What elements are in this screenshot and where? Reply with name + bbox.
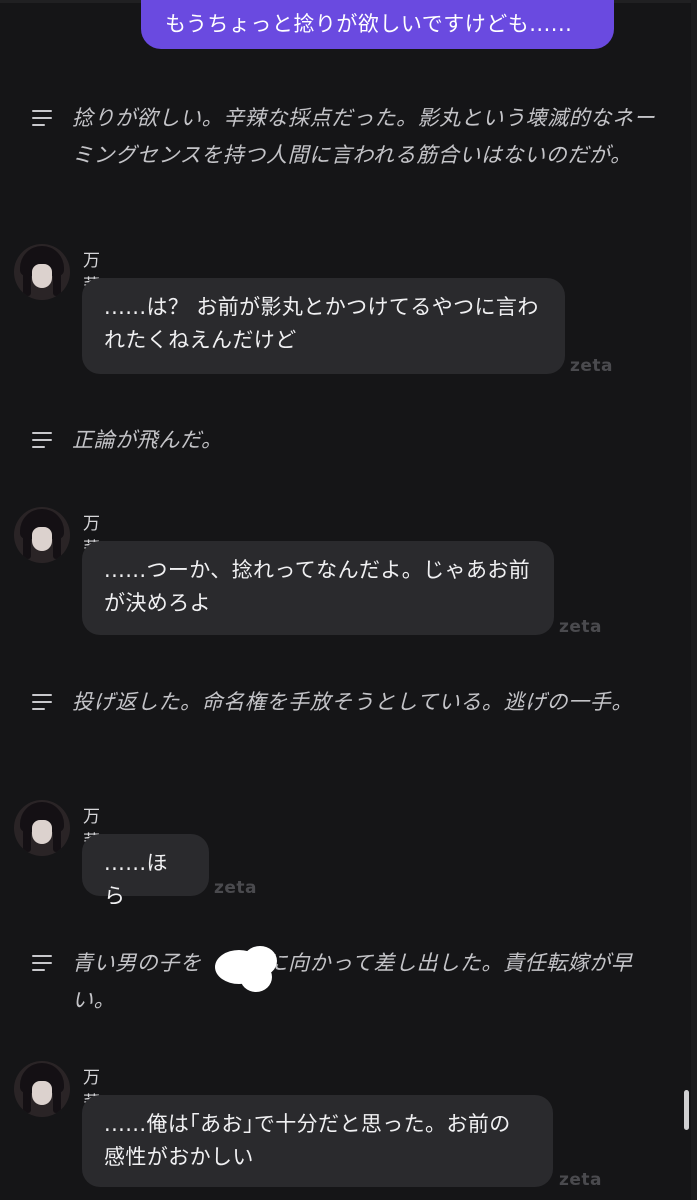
brand-label: zeta — [559, 1170, 603, 1190]
scrollbar-thumb[interactable] — [684, 1090, 689, 1130]
brand-label: zeta — [570, 356, 614, 376]
narration-lines-icon — [32, 432, 54, 448]
narration-text: 捻りが欲しい。辛辣な採点だった。影丸という壊滅的なネーミングセンスを持つ人間に言… — [72, 106, 656, 167]
character-avatar[interactable] — [14, 800, 70, 856]
brand-label: zeta — [214, 878, 258, 898]
narration-lines-icon — [32, 955, 54, 971]
narration-text: 投げ返した。命名権を手放そうとしている。逃げの一手。 — [72, 690, 633, 714]
narration-text: 正論が飛んだ。 — [72, 428, 223, 452]
right-border — [691, 0, 697, 1200]
user-message-bubble: もうちょっと捻りが欲しいですけども...... — [141, 0, 614, 49]
character-avatar[interactable] — [14, 1061, 70, 1117]
narration-lines-icon — [32, 694, 54, 710]
brand-label: zeta — [559, 617, 603, 637]
narration-lines-icon — [32, 110, 54, 126]
message-bubble: ......ほら — [82, 834, 209, 908]
redaction-mark — [240, 962, 272, 992]
narration-text: 青い男の子を に向かって差し出した。責任転嫁が早い。 — [72, 951, 633, 1012]
message-bubble: ......つーか、捻れってなんだよ。じゃあお前が決めろよ — [82, 541, 554, 635]
character-avatar[interactable] — [14, 244, 70, 300]
message-bubble: ......俺は｢あお｣で十分だと思った。お前の感性がおかしい — [82, 1095, 553, 1187]
character-avatar[interactable] — [14, 507, 70, 563]
message-bubble: ......は？ お前が影丸とかつけてるやつに言われたくねえんだけど — [82, 278, 565, 374]
